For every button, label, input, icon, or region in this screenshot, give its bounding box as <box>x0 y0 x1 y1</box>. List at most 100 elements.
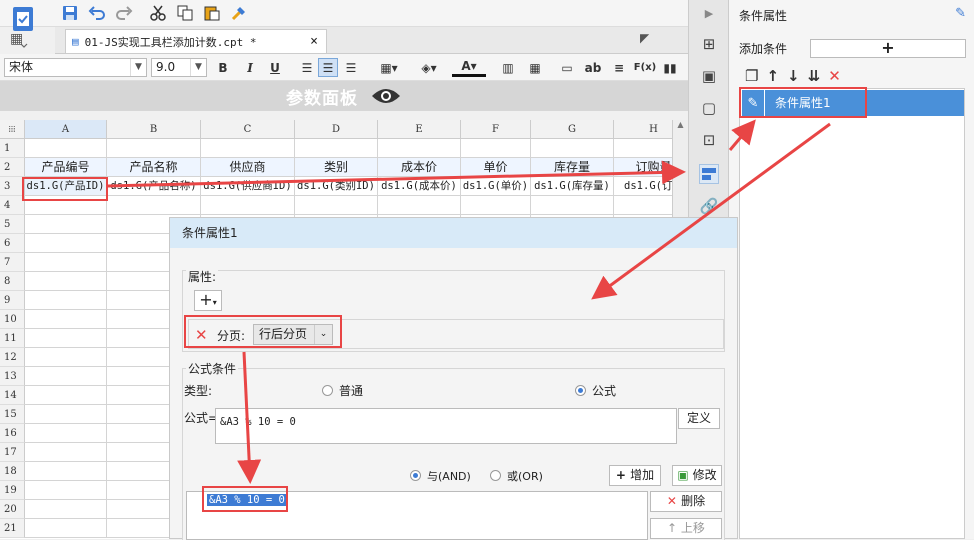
grid-cell[interactable]: 成本价 <box>378 158 461 177</box>
edit-icon[interactable]: ✎ <box>955 6 966 21</box>
grid-cell[interactable]: ds1.G(类别ID) <box>295 177 378 196</box>
row-header[interactable]: 3 <box>0 177 25 196</box>
grid-cell[interactable] <box>25 196 107 215</box>
grid-cell[interactable] <box>25 215 107 234</box>
add-condition-button[interactable]: + <box>810 39 966 58</box>
grid-cell[interactable] <box>295 196 378 215</box>
format-painter-icon[interactable] <box>229 4 249 22</box>
align-center-icon[interactable]: ☰ <box>318 58 338 77</box>
fill-color-icon[interactable]: ◈▾ <box>414 58 444 77</box>
grid-cell[interactable] <box>201 196 295 215</box>
copy-icon[interactable] <box>175 4 195 22</box>
grid-cell[interactable] <box>295 139 378 158</box>
grid-cell[interactable]: 供应商 <box>201 158 295 177</box>
grid-cell[interactable] <box>25 443 107 462</box>
row-header[interactable]: 9 <box>0 291 25 310</box>
italic-button[interactable]: I <box>240 58 260 77</box>
grid-cell[interactable] <box>25 481 107 500</box>
tab-menu-icon[interactable]: ◤ <box>640 31 649 45</box>
document-tab[interactable]: ▤ 01-JS实现工具栏添加计数.cpt * × <box>65 29 327 53</box>
column-header[interactable]: F <box>461 120 531 139</box>
chart-icon[interactable]: ▮▮ <box>660 58 680 77</box>
grid-cell[interactable] <box>378 196 461 215</box>
grid-cell[interactable] <box>378 139 461 158</box>
row-header[interactable]: 14 <box>0 386 25 405</box>
grid-cell[interactable]: 类别 <box>295 158 378 177</box>
row-header[interactable]: 10 <box>0 310 25 329</box>
grid-cell[interactable] <box>25 348 107 367</box>
and-radio[interactable]: 与(AND) <box>410 468 471 484</box>
bold-button[interactable]: B <box>213 58 233 77</box>
add-button[interactable]: + 增加 <box>609 465 661 486</box>
undo-icon[interactable] <box>87 4 107 22</box>
row-header[interactable]: 1 <box>0 139 25 158</box>
grid-cell[interactable] <box>531 139 614 158</box>
condition-expression-item[interactable]: &A3 % 10 = 0 <box>207 494 287 506</box>
chevron-right-icon[interactable]: ▶ <box>699 3 719 23</box>
grid-cell[interactable]: 产品名称 <box>107 158 201 177</box>
add-attribute-button[interactable]: +▾ <box>194 290 222 311</box>
grid-cell[interactable] <box>25 462 107 481</box>
wrap-text-icon[interactable]: ≡ <box>609 58 629 77</box>
select-all-corner[interactable]: ⁞⁞⁞ <box>0 120 25 139</box>
grid-cell[interactable] <box>25 310 107 329</box>
column-header[interactable]: C <box>201 120 295 139</box>
grid-cell[interactable] <box>25 139 107 158</box>
row-header[interactable]: 20 <box>0 500 25 519</box>
type-normal-radio[interactable]: 普通 <box>322 382 363 399</box>
font-name-select[interactable]: 宋体 ▼ <box>4 58 147 77</box>
grid-cell[interactable] <box>25 253 107 272</box>
grid-cell[interactable]: ds1.G(产品ID) <box>25 177 107 196</box>
grid-cell[interactable]: 产品编号 <box>25 158 107 177</box>
underline-button[interactable]: U <box>265 58 285 77</box>
font-color-icon[interactable]: A▾ <box>452 58 486 77</box>
grid-cell[interactable]: 库存量 <box>531 158 614 177</box>
grid-cell[interactable]: ds1.G(成本价) <box>378 177 461 196</box>
redo-icon[interactable] <box>114 4 134 22</box>
align-left-icon[interactable]: ☰ <box>297 58 317 77</box>
move-down-icon[interactable]: ↓ <box>787 67 800 85</box>
font-size-select[interactable]: 9.0 ▼ <box>151 58 207 77</box>
row-header[interactable]: 15 <box>0 405 25 424</box>
grid-cell[interactable]: ds1.G(单价) <box>461 177 531 196</box>
formula-input[interactable]: &A3 % 10 = 0 <box>215 408 677 444</box>
row-header[interactable]: 13 <box>0 367 25 386</box>
move-up-button[interactable]: ↑ 上移 <box>650 518 722 539</box>
grid-cell[interactable] <box>25 272 107 291</box>
grid-cell[interactable] <box>201 139 295 158</box>
row-header[interactable]: 6 <box>0 234 25 253</box>
grid-cell[interactable] <box>107 139 201 158</box>
column-header[interactable]: B <box>107 120 201 139</box>
define-button[interactable]: 定义 <box>678 408 720 429</box>
grid-cell[interactable]: ds1.G(库存量) <box>531 177 614 196</box>
cell-attribute-icon[interactable]: ▣ <box>699 66 719 86</box>
vertical-scrollbar[interactable]: ▲ <box>672 120 688 220</box>
row-header[interactable]: 12 <box>0 348 25 367</box>
grid-cell[interactable] <box>25 405 107 424</box>
grid-cell[interactable] <box>25 519 107 538</box>
row-header[interactable]: 18 <box>0 462 25 481</box>
border-icon[interactable]: ▦▾ <box>374 58 404 77</box>
copy-icon[interactable]: ❐ <box>745 67 758 85</box>
grid-cell[interactable] <box>25 500 107 519</box>
move-up-icon[interactable]: ↑ <box>766 67 779 85</box>
grid-cell[interactable]: ds1.G(产品名称) <box>107 177 201 196</box>
delete-icon[interactable]: ✕ <box>828 67 841 85</box>
save-icon[interactable] <box>60 4 80 22</box>
grid-cell[interactable] <box>461 196 531 215</box>
grid-view-icon[interactable]: ▦ <box>10 31 30 51</box>
column-header[interactable]: G <box>531 120 614 139</box>
row-header[interactable]: 8 <box>0 272 25 291</box>
grid-cell[interactable] <box>531 196 614 215</box>
condition-list-item[interactable]: ✎ 条件属性1 <box>742 90 964 116</box>
grid-cell[interactable] <box>25 291 107 310</box>
cut-icon[interactable] <box>148 4 168 22</box>
grid-cell[interactable]: ds1.G(供应商ID) <box>201 177 295 196</box>
row-header[interactable]: 5 <box>0 215 25 234</box>
modify-button[interactable]: ▣ 修改 <box>672 465 722 486</box>
row-header[interactable]: 17 <box>0 443 25 462</box>
grid-cell[interactable] <box>461 139 531 158</box>
row-header[interactable]: 11 <box>0 329 25 348</box>
widget-icon[interactable]: ⊡ <box>699 130 719 150</box>
merge-cells-icon[interactable]: ▥ <box>498 58 518 77</box>
